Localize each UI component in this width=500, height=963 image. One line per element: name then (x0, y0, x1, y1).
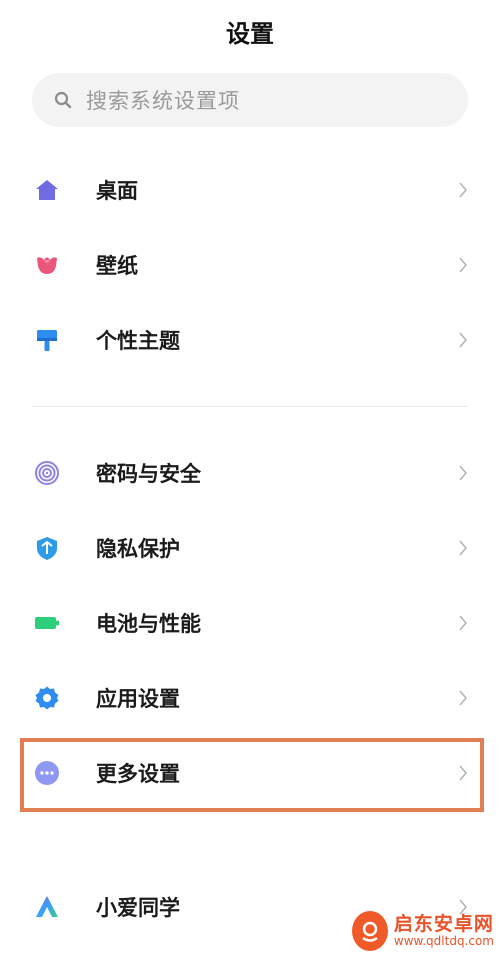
settings-item-wallpaper[interactable]: 壁纸 (0, 227, 500, 302)
chevron-right-icon (458, 464, 468, 482)
fingerprint-icon (34, 460, 60, 486)
settings-item-label: 电池与性能 (96, 611, 201, 636)
settings-item-more-settings[interactable]: 更多设置 (0, 735, 500, 810)
settings-item-themes[interactable]: 个性主题 (0, 302, 500, 377)
settings-item-privacy[interactable]: 隐私保护 (0, 510, 500, 585)
settings-item-label: 密码与安全 (96, 461, 201, 486)
settings-group-system: 密码与安全 隐私保护 电池与性能 应用设置 更多设置 (0, 435, 500, 810)
settings-item-app-settings[interactable]: 应用设置 (0, 660, 500, 735)
settings-item-desktop[interactable]: 桌面 (0, 152, 500, 227)
home-icon (34, 177, 60, 203)
chevron-right-icon (458, 614, 468, 632)
chevron-right-icon (458, 331, 468, 349)
xiaoai-icon (34, 894, 60, 920)
watermark-name: 启东安卓网 (393, 912, 494, 935)
settings-item-battery[interactable]: 电池与性能 (0, 585, 500, 660)
battery-icon (34, 610, 60, 636)
chevron-right-icon (458, 689, 468, 707)
chevron-right-icon (458, 539, 468, 557)
watermark: 启东安卓网 www.qdltdq.com (352, 903, 494, 959)
chevron-right-icon (458, 764, 468, 782)
settings-item-password-security[interactable]: 密码与安全 (0, 435, 500, 510)
section-divider (32, 406, 468, 407)
more-icon (34, 760, 60, 786)
settings-item-label: 壁纸 (96, 253, 138, 278)
settings-item-label: 隐私保护 (96, 536, 180, 561)
settings-item-label: 个性主题 (96, 328, 180, 353)
settings-group-personalization: 桌面 壁纸 个性主题 (0, 152, 500, 377)
search-icon (54, 91, 72, 109)
settings-item-label: 更多设置 (96, 761, 180, 786)
page-title: 设置 (226, 20, 274, 48)
watermark-logo-icon (352, 911, 388, 951)
shield-icon (34, 535, 60, 561)
paintbrush-icon (34, 327, 60, 353)
watermark-url: www.qdltdq.com (393, 933, 494, 948)
chevron-right-icon (458, 256, 468, 274)
gear-icon (34, 685, 60, 711)
chevron-right-icon (458, 181, 468, 199)
settings-item-label: 应用设置 (96, 686, 180, 711)
settings-item-label: 小爱同学 (96, 895, 180, 920)
settings-item-label: 桌面 (96, 178, 138, 203)
search-bar[interactable]: 搜索系统设置项 (32, 73, 468, 127)
tulip-icon (34, 252, 60, 278)
search-placeholder: 搜索系统设置项 (86, 89, 240, 113)
